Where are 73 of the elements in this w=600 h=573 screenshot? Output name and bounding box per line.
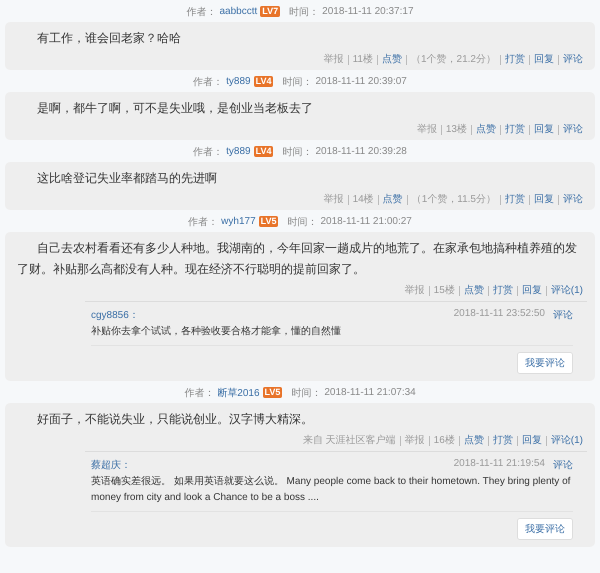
post-meta: 举报 (416, 125, 438, 135)
comment-time: 2018-11-11 21:19:54 (454, 458, 545, 471)
comment-link[interactable]: 评论 (553, 458, 573, 472)
post-body: 这比啥登记失业率都踏马的先进啊 (36, 170, 218, 187)
post-time: 2018-11-11 21:07:34 (324, 387, 416, 398)
time-label: 时间： (291, 386, 322, 400)
comment-text: 补贴你去拿个试试，各种验收要合格才能拿，懂的自然懂 (91, 324, 573, 346)
level-badge: LV5 (262, 387, 282, 398)
post-time: 2018-11-11 20:39:28 (315, 146, 407, 157)
author-link[interactable]: aabbcctt (219, 6, 258, 17)
action-link[interactable]: 打赏 (500, 55, 529, 65)
comment-time: 2018-11-11 23:52:50 (454, 308, 545, 321)
comment-author[interactable]: 蔡超庆： (91, 458, 131, 472)
level-badge: LV5 (258, 216, 278, 227)
action-link[interactable]: 回复 (516, 286, 546, 296)
post-meta: 16楼 (428, 436, 459, 446)
action-link[interactable]: 评论(1) (546, 286, 587, 296)
author-label: 作者： (193, 76, 224, 88)
action-link[interactable]: 回复 (516, 436, 546, 446)
author-label: 作者： (193, 146, 224, 158)
post-body: 自己去农村看看还有多少人种地。我湖南的，今年回家一趟成片的地荒了。在家承包地搞种植养殖的发了财。补贴那么高都没有人种。现在经济不行聪明的提前回家了。 (17, 240, 578, 278)
author-link[interactable]: wyh177 (221, 216, 256, 227)
comment-link[interactable]: 评论 (553, 308, 573, 322)
action-link[interactable]: 打赏 (500, 195, 529, 205)
action-link[interactable]: 评论(1) (546, 436, 587, 446)
post-time: 2018-11-11 21:00:27 (320, 216, 412, 227)
action-link[interactable]: 回复 (529, 195, 558, 205)
action-link[interactable]: 点赞 (458, 286, 488, 296)
action-link[interactable]: 打赏 (500, 125, 529, 135)
action-link[interactable]: 打赏 (488, 286, 517, 296)
time-label: 时间： (287, 216, 318, 228)
post-meta: 举报 (400, 436, 429, 446)
post-meta: （1个赞，21.2分） (406, 55, 500, 65)
author-label: 作者： (188, 216, 218, 228)
post-meta: 来自 天涯社区客户端 (302, 436, 397, 446)
action-link[interactable]: 点赞 (458, 436, 488, 446)
post-meta: 举报 (322, 195, 345, 205)
post-time: 2018-11-11 20:37:17 (322, 6, 414, 17)
post-meta: 15楼 (428, 286, 459, 296)
time-label: 时间： (289, 6, 320, 18)
post-meta: 11楼 (348, 55, 377, 65)
author-label: 作者： (184, 386, 214, 400)
post-time: 2018-11-11 20:39:07 (315, 76, 407, 87)
action-link[interactable]: 点赞 (376, 55, 406, 65)
time-label: 时间： (282, 146, 312, 158)
time-label: 时间： (282, 76, 312, 88)
action-link[interactable]: 评论 (558, 55, 587, 65)
author-label: 作者： (186, 6, 216, 18)
post-meta: 13楼 (440, 125, 471, 135)
action-link[interactable]: 评论 (558, 195, 587, 205)
post-meta: 举报 (404, 286, 426, 296)
add-comment-button[interactable]: 我要评论 (517, 518, 573, 540)
post-body: 是啊，都牛了啊，可不是失业哦，是创业当老板去了 (36, 100, 314, 117)
level-badge: LV4 (254, 76, 274, 87)
action-link[interactable]: 评论 (558, 125, 587, 135)
author-link[interactable]: ty889 (226, 146, 251, 157)
action-link[interactable]: 回复 (529, 125, 558, 135)
level-badge: LV4 (254, 146, 274, 157)
action-link[interactable]: 回复 (529, 55, 558, 65)
add-comment-button[interactable]: 我要评论 (517, 352, 573, 374)
action-link[interactable]: 点赞 (471, 125, 500, 135)
action-link[interactable]: 打赏 (488, 436, 517, 446)
level-badge: LV7 (260, 6, 280, 17)
comment-text: 英语确实差很远。 如果用英语就要这么说。 Many people come back to their hometown. They bring plenty of money from city and look a Chance to be a boss .... (91, 474, 573, 512)
post-meta: 14楼 (348, 195, 378, 205)
post-meta: 举报 (322, 55, 345, 65)
action-link[interactable]: 点赞 (378, 195, 407, 205)
post-meta: （1个赞，11.5分） (406, 195, 500, 205)
author-link[interactable]: ty889 (226, 76, 251, 87)
post-body: 有工作，谁会回老家？哈哈 (36, 30, 182, 47)
post-body: 好面子，不能说失业，只能说创业。汉字博大精深。 (36, 411, 314, 428)
author-link[interactable]: 断草2016 (217, 386, 260, 400)
comment-author[interactable]: cgy8856： (91, 308, 139, 322)
